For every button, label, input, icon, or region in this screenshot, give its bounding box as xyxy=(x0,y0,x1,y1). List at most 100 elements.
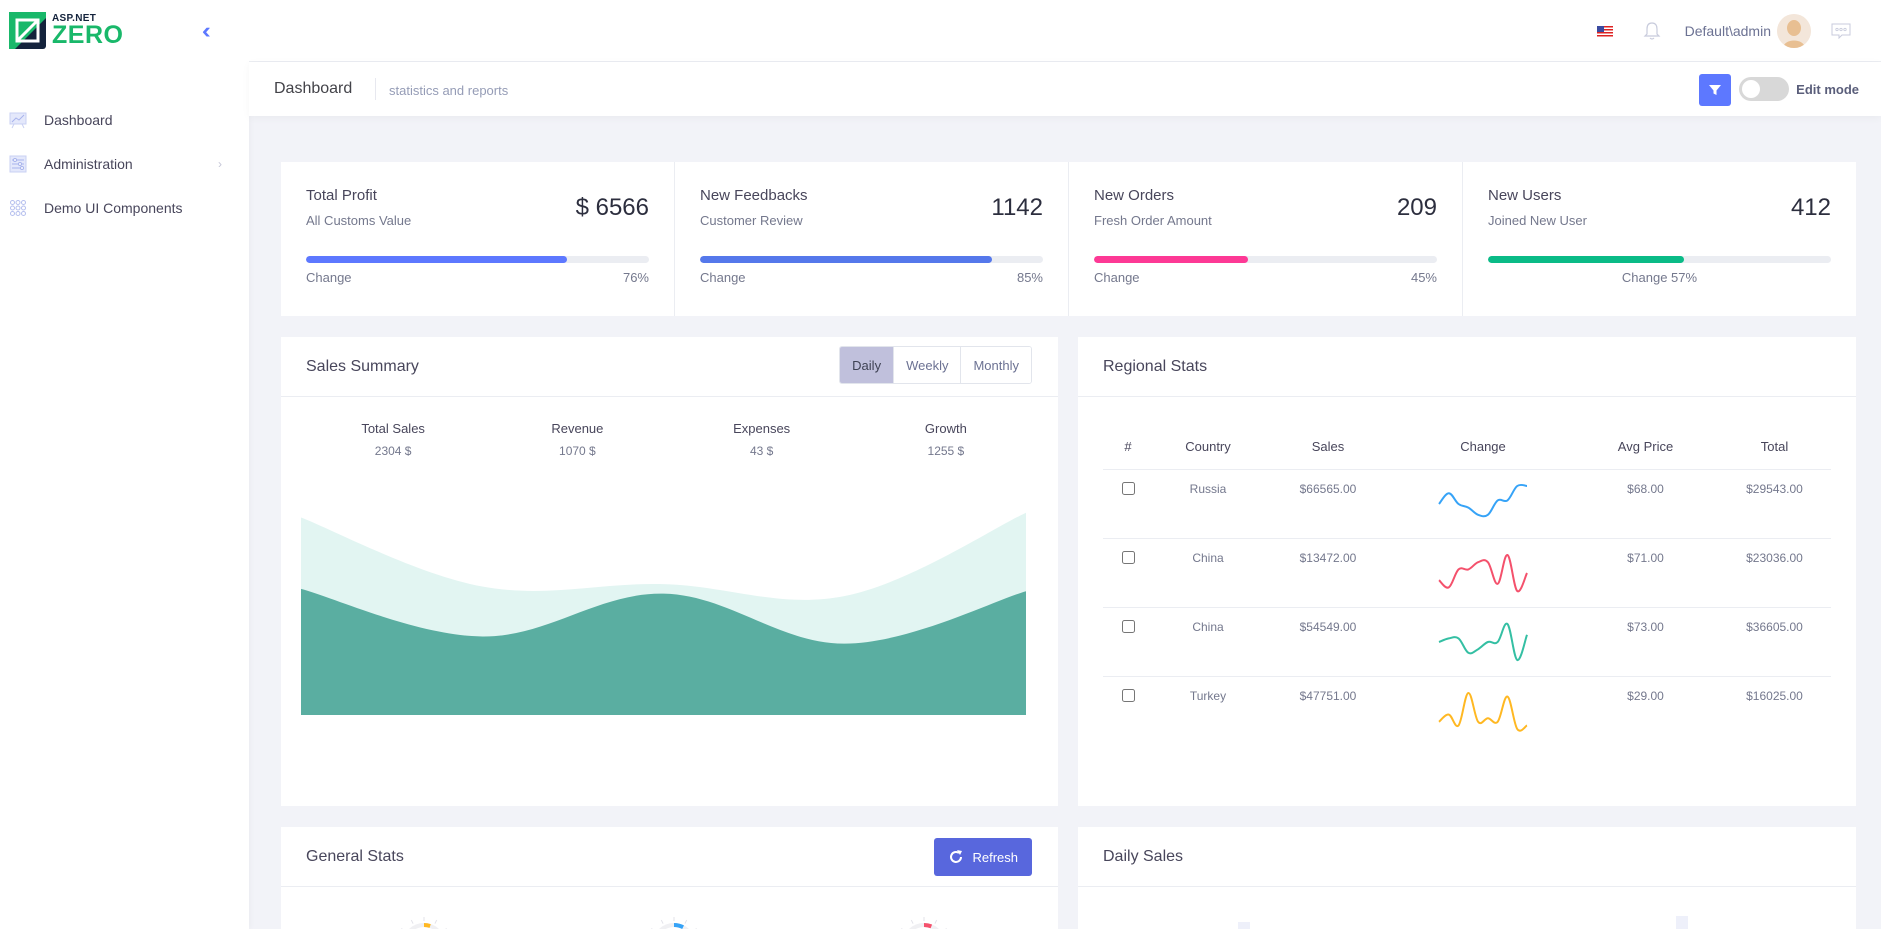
sidebar-item-label: Administration xyxy=(44,156,133,172)
refresh-label: Refresh xyxy=(972,849,1018,865)
stat-value: 1142 xyxy=(991,194,1043,221)
change-cell xyxy=(1393,676,1573,745)
summary-expenses: Expenses 43 $ xyxy=(670,421,854,458)
gauge-tick xyxy=(660,919,664,924)
logo-mark-icon xyxy=(9,12,46,49)
gauge-value-arc xyxy=(423,923,431,928)
logo-text-bottom: ZERO xyxy=(52,20,124,49)
sales-cell: $66565.00 xyxy=(1263,469,1393,539)
page-description: statistics and reports xyxy=(389,83,509,98)
sales-cell: $13472.00 xyxy=(1263,538,1393,608)
sparkline-chart xyxy=(1438,483,1528,517)
summary-total-sales: Total Sales 2304 $ xyxy=(301,421,485,458)
total-cell: $29543.00 xyxy=(1718,469,1831,539)
stat-value: 209 xyxy=(1396,194,1437,221)
sales-area-chart xyxy=(301,512,1026,715)
gauge-tick xyxy=(410,919,414,924)
gauge-tick xyxy=(684,919,688,924)
row-checkbox[interactable] xyxy=(1121,481,1135,495)
regional-stats-table: # Country Sales Change Avg Price Total R… xyxy=(1103,425,1831,745)
card-title: Regional Stats xyxy=(1103,358,1208,375)
general-stats-card: General Stats Refresh xyxy=(281,827,1058,929)
sales-cell: $47751.00 xyxy=(1299,688,1357,703)
row-checkbox[interactable] xyxy=(1121,550,1135,564)
table-row: China $54549.00 $73.00 $36605.00 xyxy=(1103,607,1831,677)
filter-button[interactable] xyxy=(1699,74,1731,106)
row-checkbox[interactable] xyxy=(1121,688,1135,702)
change-label: Change 57% xyxy=(1621,270,1698,285)
summary-row: Total Sales 2304 $ Revenue 1070 $ Expens… xyxy=(281,421,1058,458)
sidebar-collapse-button[interactable]: ‹‹ xyxy=(202,18,210,44)
column-header-sales: Sales xyxy=(1263,425,1393,470)
bell-icon[interactable] xyxy=(1643,21,1661,41)
presentation-chart-icon xyxy=(9,112,27,129)
gauge-value-arc xyxy=(673,923,684,929)
progress-fill xyxy=(306,256,567,263)
stat-card-new-feedbacks: New Feedbacks Customer Review 1142 Chang… xyxy=(675,162,1069,316)
refresh-button[interactable]: Refresh xyxy=(934,838,1032,876)
change-cell xyxy=(1393,607,1573,677)
card-header: Regional Stats xyxy=(1078,337,1856,397)
double-chevron-left-icon: ‹‹ xyxy=(202,18,210,43)
chevron-right-icon: › xyxy=(218,157,222,171)
sidebar: ASP.NET ZERO ‹‹ Dashboard Administration… xyxy=(0,0,249,929)
gauge-3 xyxy=(901,917,947,929)
period-weekly-button[interactable]: Weekly xyxy=(893,347,961,383)
sparkline xyxy=(1438,553,1528,592)
stat-card-new-orders: New Orders Fresh Order Amount 209 Change… xyxy=(1069,162,1463,316)
sparkline xyxy=(1438,483,1528,517)
card-title: Daily Sales xyxy=(1103,848,1184,865)
avg-price-cell: $73.00 xyxy=(1573,607,1718,677)
sparkline-chart xyxy=(1438,622,1528,661)
sales-summary-card: Sales Summary Daily Weekly Monthly Total… xyxy=(281,337,1058,806)
sparkline-chart xyxy=(1438,553,1528,592)
us-flag-icon[interactable] xyxy=(1596,25,1613,37)
card-header: Sales Summary Daily Weekly Monthly xyxy=(281,337,1058,397)
country-cell: China xyxy=(1153,538,1263,608)
stat-card-new-users: New Users Joined New User 412 Change 57% xyxy=(1463,162,1856,316)
sliders-icon xyxy=(9,155,27,173)
filter-icon xyxy=(1709,85,1721,95)
column-header-total: Total xyxy=(1718,425,1831,470)
avg-price-cell: $68.00 xyxy=(1573,469,1718,539)
stat-title: New Orders xyxy=(1094,187,1175,204)
sidebar-item-dashboard[interactable]: Dashboard xyxy=(0,98,249,142)
column-header-avg-price: Avg Price xyxy=(1573,425,1718,470)
period-monthly-button[interactable]: Monthly xyxy=(960,347,1031,383)
topbar: Default\admin xyxy=(249,0,1881,62)
sparkline xyxy=(1438,691,1528,732)
stat-subtitle: Fresh Order Amount xyxy=(1094,213,1212,228)
card-header: Daily Sales xyxy=(1078,827,1856,887)
change-label: Change xyxy=(306,270,352,285)
change-cell xyxy=(1393,469,1573,539)
sidebar-item-label: Demo UI Components xyxy=(44,200,183,216)
progress-bar xyxy=(306,256,649,263)
progress-fill xyxy=(1094,256,1249,263)
user-name[interactable]: Default\admin xyxy=(1685,23,1771,39)
gauge-tick xyxy=(934,919,938,924)
progress-fill xyxy=(700,256,992,263)
country-cell: China xyxy=(1153,607,1263,677)
toggle-knob xyxy=(1742,80,1760,98)
logo[interactable]: ASP.NET ZERO xyxy=(9,12,123,49)
sparkline xyxy=(1438,622,1528,661)
period-daily-button[interactable]: Daily xyxy=(840,347,894,383)
summary-value: 1070 $ xyxy=(559,444,596,458)
change-label: Change xyxy=(1094,270,1140,285)
summary-label: Expenses xyxy=(733,421,791,436)
change-cell xyxy=(1393,538,1573,608)
summary-label: Revenue xyxy=(551,421,604,436)
country-cell: Russia xyxy=(1153,469,1263,539)
chat-bubble-icon[interactable] xyxy=(1831,23,1851,39)
subheader-separator xyxy=(375,78,376,100)
row-checkbox[interactable] xyxy=(1121,619,1135,633)
gauge-value-arc xyxy=(923,923,933,929)
sidebar-item-administration[interactable]: Administration › xyxy=(0,142,249,186)
sidebar-item-label: Dashboard xyxy=(44,112,113,128)
edit-mode-toggle[interactable] xyxy=(1739,77,1789,101)
sidebar-item-demo-ui-components[interactable]: Demo UI Components xyxy=(0,186,249,230)
avatar[interactable] xyxy=(1777,14,1811,48)
page-title: Dashboard xyxy=(274,80,353,97)
gauge-tick xyxy=(434,919,438,924)
avg-price-cell: $29.00 xyxy=(1627,688,1664,703)
